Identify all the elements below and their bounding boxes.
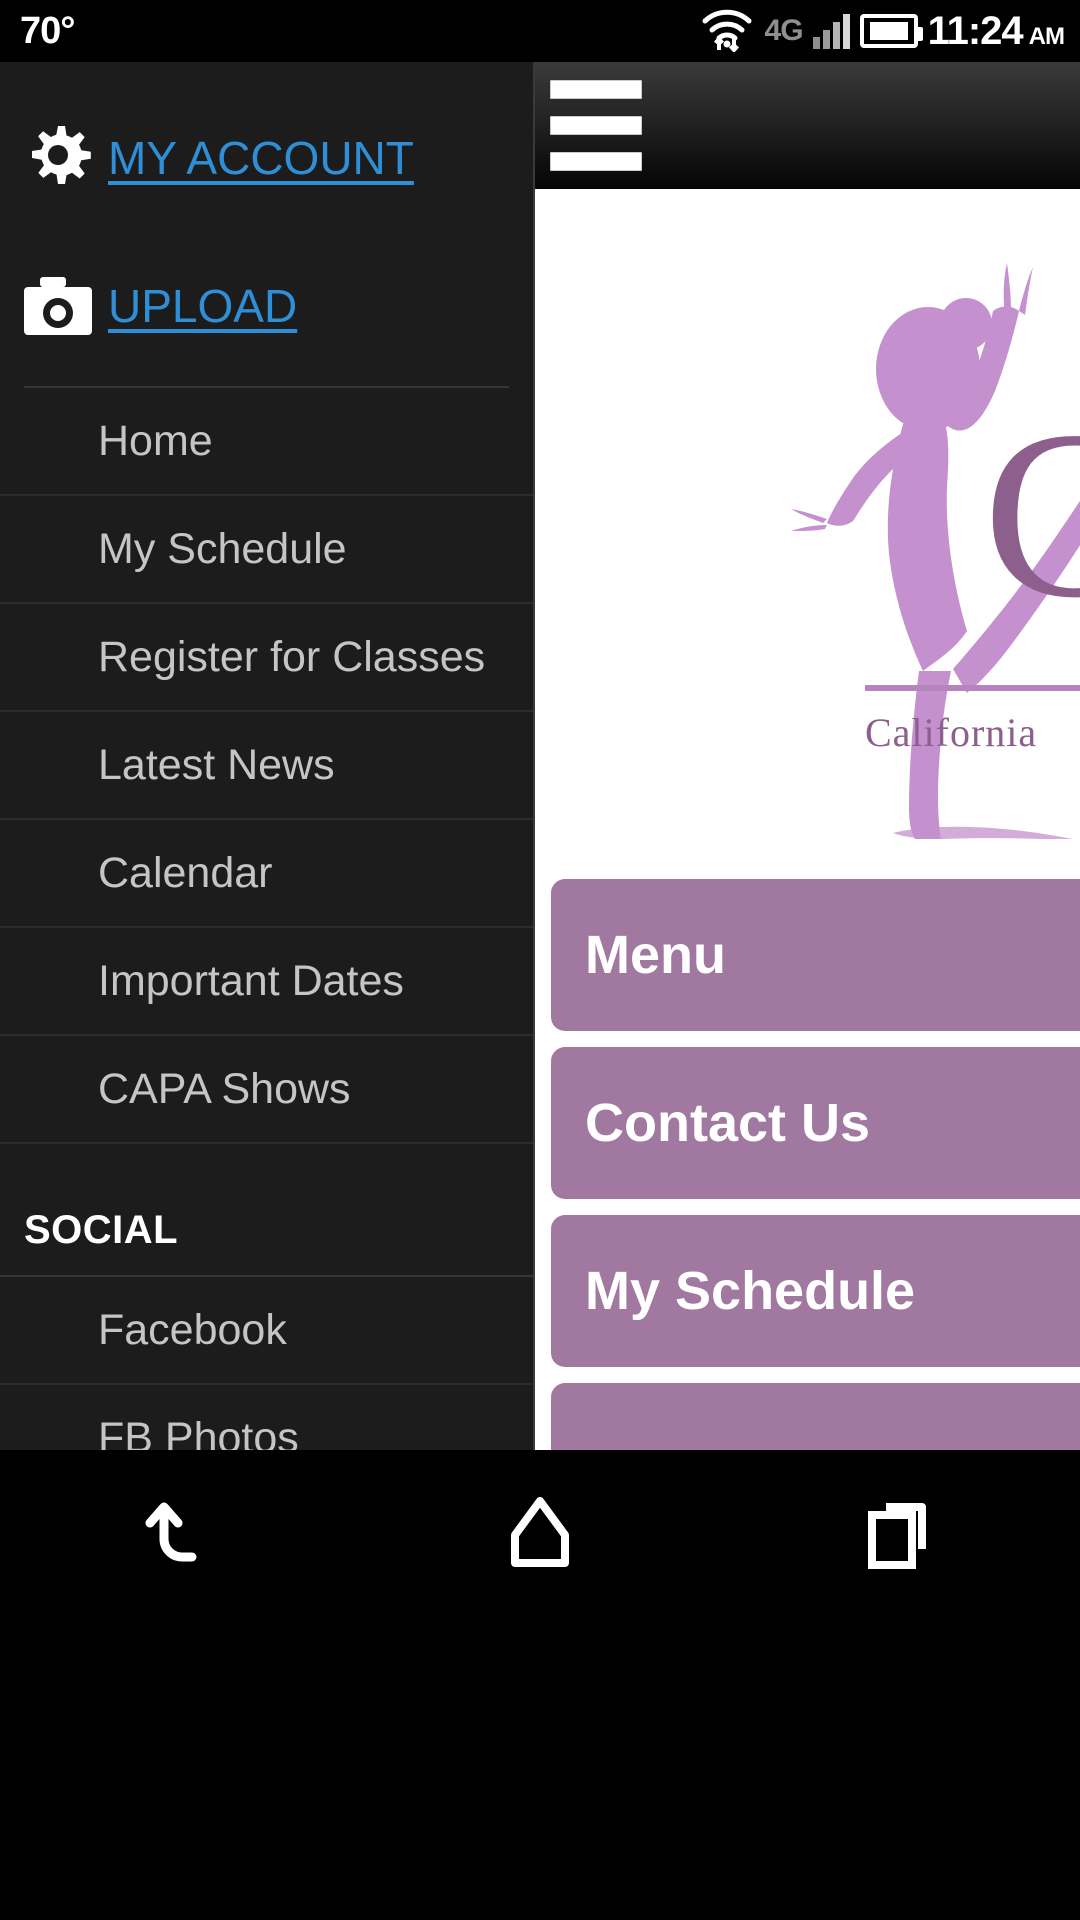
clock-time: 11:24	[927, 8, 1024, 53]
clock-ampm: AM	[1028, 22, 1065, 50]
clock: 11:24 AM	[927, 8, 1065, 54]
my-schedule-button[interactable]: My Schedule	[551, 1215, 1080, 1367]
page-panel: C California Menu Contact Us My Schedule	[533, 62, 1080, 1450]
sidebar-item-latest-news[interactable]: Latest News	[0, 712, 533, 820]
brand-logo: C California	[535, 189, 1080, 879]
sidebar-item-calendar[interactable]: Calendar	[0, 820, 533, 928]
sidebar-item-register-for-classes[interactable]: Register for Classes	[0, 604, 533, 712]
sidebar-item-label: CAPA Shows	[98, 1064, 351, 1113]
logo-letter: C	[983, 394, 1080, 634]
menu-button[interactable]: Menu	[551, 879, 1080, 1031]
upload-row[interactable]: UPLOAD	[0, 252, 533, 360]
gear-icon	[22, 122, 98, 194]
navigation-drawer: MY ACCOUNT UPLOAD Home My Schedule Regis…	[0, 62, 533, 1450]
logo-subtitle: California	[865, 710, 1038, 755]
sidebar-item-label: Latest News	[98, 740, 335, 789]
temperature-indicator: 70°	[20, 9, 75, 52]
sidebar-item-my-schedule[interactable]: My Schedule	[0, 496, 533, 604]
page-header	[535, 62, 1080, 189]
sidebar-item-label: Calendar	[98, 848, 273, 897]
sidebar-item-important-dates[interactable]: Important Dates	[0, 928, 533, 1036]
social-section-heading: SOCIAL	[0, 1144, 533, 1277]
app-content: C California Menu Contact Us My Schedule	[0, 62, 1080, 1450]
sidebar-item-home[interactable]: Home	[0, 388, 533, 496]
menu-button-label: Menu	[585, 925, 726, 985]
home-icon	[499, 1487, 581, 1584]
my-account-link[interactable]: MY ACCOUNT	[108, 131, 414, 185]
sidebar-item-label: FB Photos	[98, 1413, 299, 1451]
recent-apps-button[interactable]	[800, 1480, 1000, 1590]
logo-divider	[865, 685, 1080, 691]
home-button[interactable]	[440, 1480, 640, 1590]
recent-apps-icon	[856, 1487, 944, 1584]
network-type-label: 4G	[764, 14, 804, 47]
sidebar-item-label: My Schedule	[98, 524, 347, 573]
hamburger-menu-icon[interactable]	[550, 80, 642, 171]
status-bar: 70° 4G 11:24 AM	[0, 0, 1080, 62]
camera-icon	[22, 275, 98, 337]
page-button-stack: Menu Contact Us My Schedule	[535, 879, 1080, 1450]
sidebar-item-label: Important Dates	[98, 956, 404, 1005]
back-arrow-icon	[134, 1487, 226, 1584]
signal-bars-icon	[812, 13, 850, 49]
system-navigation-bar	[0, 1450, 1080, 1920]
wifi-icon	[699, 6, 755, 57]
upload-link[interactable]: UPLOAD	[108, 279, 297, 333]
sidebar-item-fb-photos[interactable]: FB Photos	[0, 1385, 533, 1451]
back-button[interactable]	[80, 1480, 280, 1590]
sidebar-item-label: Register for Classes	[98, 632, 486, 681]
my-schedule-button-label: My Schedule	[585, 1261, 916, 1321]
sidebar-item-capa-shows[interactable]: CAPA Shows	[0, 1036, 533, 1144]
next-button[interactable]	[551, 1383, 1080, 1450]
drawer-nav-list: Home My Schedule Register for Classes La…	[0, 388, 533, 1450]
sidebar-item-label: Home	[98, 416, 213, 465]
sidebar-item-facebook[interactable]: Facebook	[0, 1277, 533, 1385]
sidebar-item-label: Facebook	[98, 1305, 287, 1354]
contact-us-button[interactable]: Contact Us	[551, 1047, 1080, 1199]
battery-icon	[859, 14, 923, 48]
status-bar-right-group: 4G 11:24 AM	[699, 6, 1080, 57]
my-account-row[interactable]: MY ACCOUNT	[0, 104, 533, 212]
contact-us-button-label: Contact Us	[585, 1093, 871, 1153]
phone-screen: 70° 4G 11:24 AM California Menu Contact …	[0, 0, 1080, 1920]
